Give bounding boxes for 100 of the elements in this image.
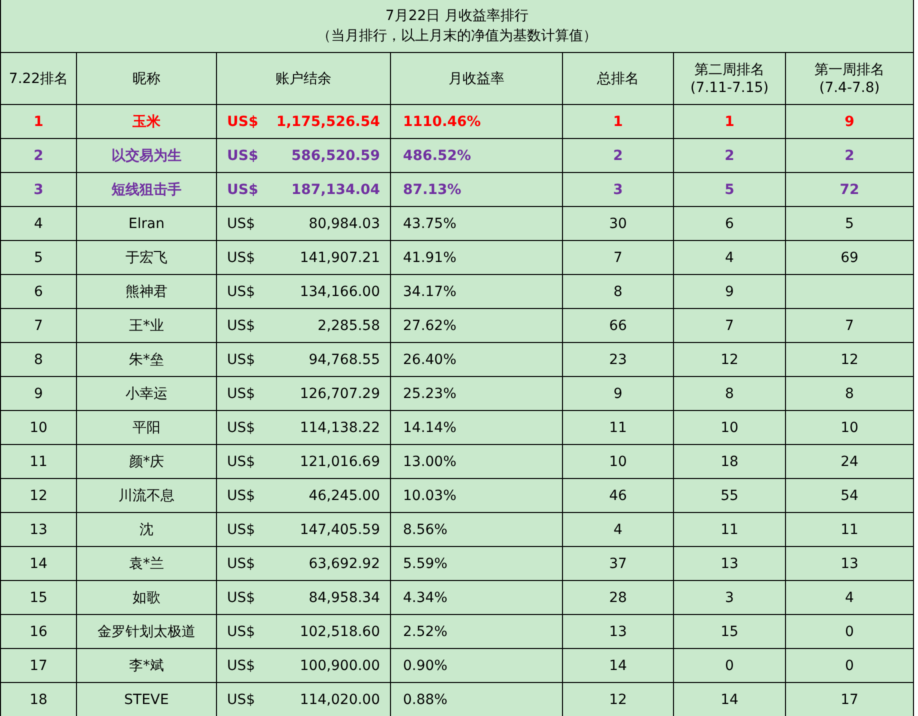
return-cell: 14.14% bbox=[390, 410, 562, 444]
week-rank-cell: 11 bbox=[785, 512, 913, 546]
balance-amount: 63,692.92 bbox=[308, 556, 380, 572]
return-cell: 0.90% bbox=[390, 648, 562, 682]
header-label: 第一周排名 bbox=[814, 60, 884, 78]
currency-label: US$ bbox=[227, 182, 258, 198]
return-cell: 27.62% bbox=[390, 308, 562, 342]
return-cell: 2.52% bbox=[390, 614, 562, 648]
currency-label: US$ bbox=[227, 284, 256, 300]
total-rank-cell: 2 bbox=[562, 138, 673, 172]
week-rank-cell: 54 bbox=[785, 478, 913, 512]
header-label: 账户结余 bbox=[276, 70, 332, 88]
balance-amount: 126,707.29 bbox=[300, 386, 380, 402]
nickname-cell: 李*斌 bbox=[76, 648, 216, 682]
currency-label: US$ bbox=[227, 216, 256, 232]
rank-cell: 13 bbox=[0, 512, 76, 546]
week-rank-cell: 55 bbox=[673, 478, 785, 512]
week-rank-cell: 9 bbox=[785, 104, 913, 138]
rank-cell: 12 bbox=[0, 478, 76, 512]
nickname-cell: 朱*垒 bbox=[76, 342, 216, 376]
balance-amount: 147,405.59 bbox=[300, 522, 380, 538]
week-rank-cell: 5 bbox=[785, 206, 913, 240]
header-label: 第二周排名 bbox=[694, 60, 764, 78]
week-rank-cell: 9 bbox=[673, 274, 785, 308]
total-rank-cell: 14 bbox=[562, 648, 673, 682]
balance-amount: 114,138.22 bbox=[300, 420, 380, 436]
balance-amount: 80,984.03 bbox=[308, 216, 380, 232]
nickname-cell: 于宏飞 bbox=[76, 240, 216, 274]
total-rank-cell: 28 bbox=[562, 580, 673, 614]
currency-label: US$ bbox=[227, 590, 256, 606]
rank-cell: 2 bbox=[0, 138, 76, 172]
table-title: 7月22日 月收益率排行 bbox=[385, 7, 529, 25]
week-rank-cell: 3 bbox=[673, 580, 785, 614]
week-rank-cell: 13 bbox=[785, 546, 913, 580]
currency-label: US$ bbox=[227, 318, 256, 334]
balance-amount: 84,958.34 bbox=[308, 590, 380, 606]
currency-label: US$ bbox=[227, 522, 256, 538]
week-rank-cell: 12 bbox=[673, 342, 785, 376]
nickname-cell: 金罗针划太极道 bbox=[76, 614, 216, 648]
table-subtitle: （当月排行，以上月末的净值为基数计算值） bbox=[317, 27, 597, 45]
return-cell: 10.03% bbox=[390, 478, 562, 512]
rank-cell: 16 bbox=[0, 614, 76, 648]
currency-label: US$ bbox=[227, 624, 256, 640]
currency-label: US$ bbox=[227, 250, 256, 266]
total-rank-cell: 46 bbox=[562, 478, 673, 512]
week-rank-cell: 10 bbox=[673, 410, 785, 444]
nickname-cell: 短线狙击手 bbox=[76, 172, 216, 206]
nickname-cell: 川流不息 bbox=[76, 478, 216, 512]
rank-cell: 3 bbox=[0, 172, 76, 206]
currency-label: US$ bbox=[227, 556, 256, 572]
currency-label: US$ bbox=[227, 148, 258, 164]
header-date-range: (7.4-7.8) bbox=[819, 78, 880, 96]
week-rank-cell: 0 bbox=[785, 648, 913, 682]
nickname-cell: 袁*兰 bbox=[76, 546, 216, 580]
week-rank-cell: 8 bbox=[785, 376, 913, 410]
total-rank-cell: 3 bbox=[562, 172, 673, 206]
nickname-cell: 玉米 bbox=[76, 104, 216, 138]
week-rank-cell: 8 bbox=[673, 376, 785, 410]
balance-amount: 100,900.00 bbox=[300, 658, 380, 674]
balance-amount: 114,020.00 bbox=[300, 692, 380, 708]
total-rank-cell: 11 bbox=[562, 410, 673, 444]
balance-amount: 46,245.00 bbox=[308, 488, 380, 504]
return-cell: 43.75% bbox=[390, 206, 562, 240]
week-rank-cell: 10 bbox=[785, 410, 913, 444]
balance-amount: 586,520.59 bbox=[291, 148, 380, 164]
header-date-range: (7.11-7.15) bbox=[690, 78, 769, 96]
week-rank-cell: 12 bbox=[785, 342, 913, 376]
week-rank-cell: 7 bbox=[785, 308, 913, 342]
week-rank-cell: 15 bbox=[673, 614, 785, 648]
week-rank-cell: 4 bbox=[673, 240, 785, 274]
week-rank-cell: 14 bbox=[673, 682, 785, 716]
week-rank-cell: 7 bbox=[673, 308, 785, 342]
total-rank-cell: 23 bbox=[562, 342, 673, 376]
balance-amount: 2,285.58 bbox=[318, 318, 380, 334]
balance-amount: 134,166.00 bbox=[300, 284, 380, 300]
nickname-cell: 王*业 bbox=[76, 308, 216, 342]
nickname-cell: 平阳 bbox=[76, 410, 216, 444]
total-rank-cell: 7 bbox=[562, 240, 673, 274]
week-rank-cell: 1 bbox=[673, 104, 785, 138]
week-rank-cell: 72 bbox=[785, 172, 913, 206]
balance-amount: 102,518.60 bbox=[300, 624, 380, 640]
total-rank-cell: 13 bbox=[562, 614, 673, 648]
total-rank-cell: 4 bbox=[562, 512, 673, 546]
currency-label: US$ bbox=[227, 488, 256, 504]
rank-cell: 5 bbox=[0, 240, 76, 274]
return-cell: 41.91% bbox=[390, 240, 562, 274]
header-label: 7.22排名 bbox=[8, 70, 68, 88]
currency-label: US$ bbox=[227, 420, 256, 436]
nickname-cell: STEVE bbox=[76, 682, 216, 716]
week-rank-cell: 5 bbox=[673, 172, 785, 206]
balance-amount: 187,134.04 bbox=[291, 182, 380, 198]
balance-amount: 1,175,526.54 bbox=[276, 114, 380, 130]
return-cell: 1110.46% bbox=[390, 104, 562, 138]
nickname-cell: Elran bbox=[76, 206, 216, 240]
currency-label: US$ bbox=[227, 386, 256, 402]
balance-amount: 121,016.69 bbox=[300, 454, 380, 470]
week-rank-cell: 11 bbox=[673, 512, 785, 546]
header-label: 总排名 bbox=[597, 70, 639, 88]
rank-cell: 11 bbox=[0, 444, 76, 478]
total-rank-cell: 9 bbox=[562, 376, 673, 410]
